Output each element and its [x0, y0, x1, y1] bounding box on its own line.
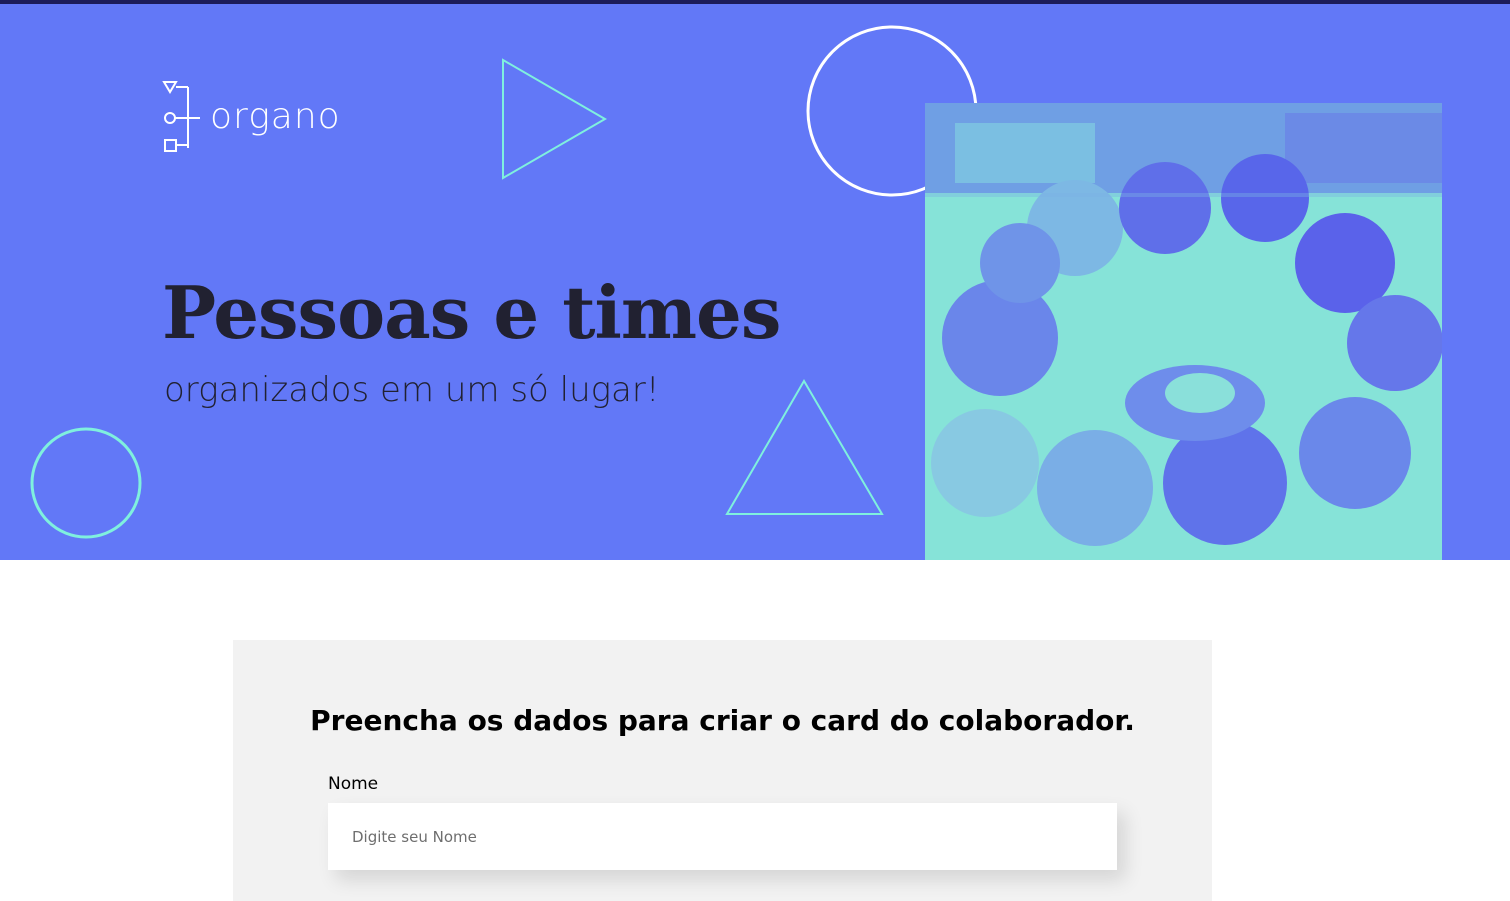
triangle-right-shape	[502, 58, 607, 180]
banner: organo Pessoas e times organizados em um…	[0, 4, 1510, 560]
hero-subtitle: organizados em um só lugar!	[164, 370, 660, 410]
triangle-up-shape	[725, 379, 884, 515]
logo[interactable]: organo	[162, 80, 341, 156]
team-hands-together-photo	[925, 103, 1442, 560]
brand-name: organo	[210, 95, 341, 137]
name-input[interactable]	[328, 803, 1117, 870]
name-field-label: Nome	[328, 774, 379, 794]
hero-title: Pessoas e times	[162, 270, 781, 355]
circle-outline-cyan-shape	[30, 427, 142, 539]
organo-logo-icon	[162, 81, 200, 152]
team-photo	[925, 103, 1442, 560]
form-heading: Preencha os dados para criar o card do c…	[310, 704, 1135, 737]
form-section: Preencha os dados para criar o card do c…	[233, 640, 1212, 901]
